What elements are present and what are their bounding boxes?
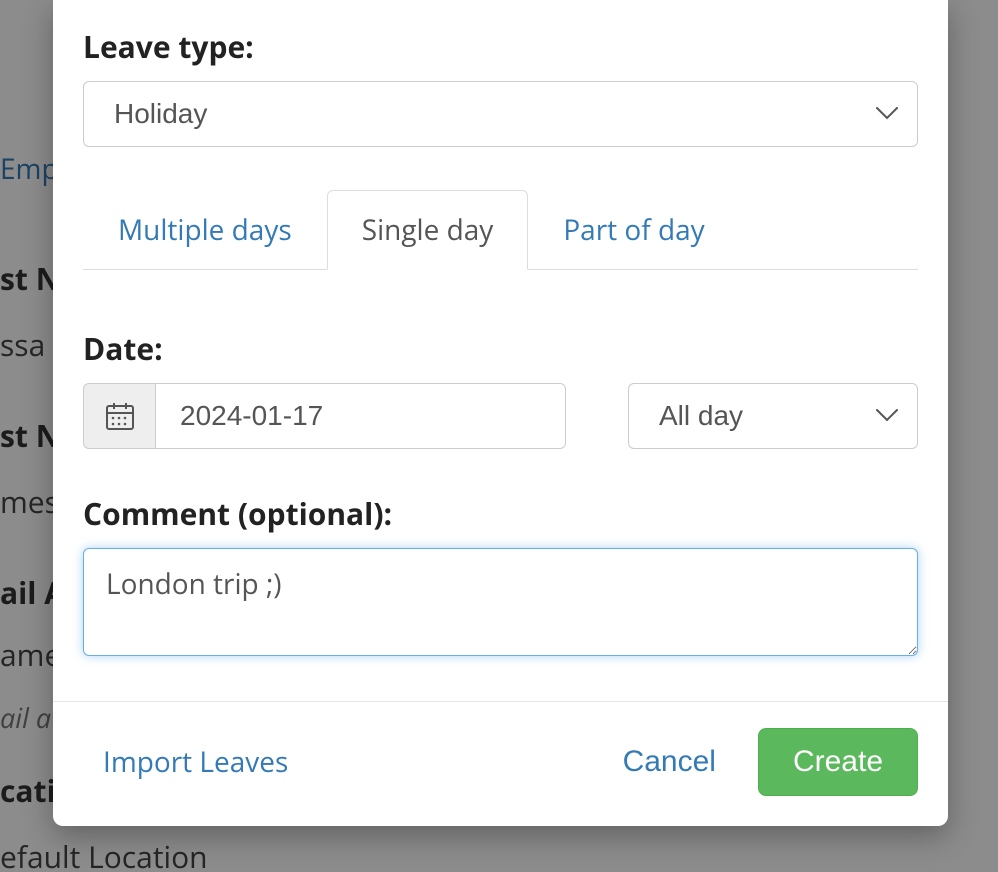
- tab-multiple-days[interactable]: Multiple days: [83, 190, 327, 270]
- date-group: Date:: [83, 286, 566, 449]
- tab-part-of-day[interactable]: Part of day: [528, 190, 739, 270]
- modal-body: Leave type: Holiday Multiple days Single…: [53, 0, 948, 701]
- day-part-select-wrap: All day: [628, 383, 918, 449]
- day-part-select[interactable]: All day: [628, 383, 918, 449]
- leave-type-select[interactable]: Holiday: [83, 81, 918, 147]
- modal-footer: Import Leaves Cancel Create: [53, 701, 948, 826]
- leave-type-label: Leave type:: [83, 26, 918, 67]
- tab-single-day[interactable]: Single day: [327, 190, 529, 270]
- leave-modal: Leave type: Holiday Multiple days Single…: [53, 0, 948, 826]
- import-leaves-link[interactable]: Import Leaves: [103, 743, 288, 781]
- calendar-icon[interactable]: [83, 383, 155, 449]
- date-label: Date:: [83, 328, 566, 369]
- date-input-group: [83, 383, 566, 449]
- cancel-button[interactable]: Cancel: [623, 745, 716, 779]
- date-input[interactable]: [155, 383, 566, 449]
- comment-textarea[interactable]: [83, 548, 918, 656]
- leave-type-select-wrap: Holiday: [83, 81, 918, 147]
- duration-tabs: Multiple days Single day Part of day: [83, 189, 918, 270]
- comment-label: Comment (optional):: [83, 493, 918, 534]
- create-button[interactable]: Create: [758, 728, 918, 796]
- date-row: Date: All d: [83, 286, 918, 449]
